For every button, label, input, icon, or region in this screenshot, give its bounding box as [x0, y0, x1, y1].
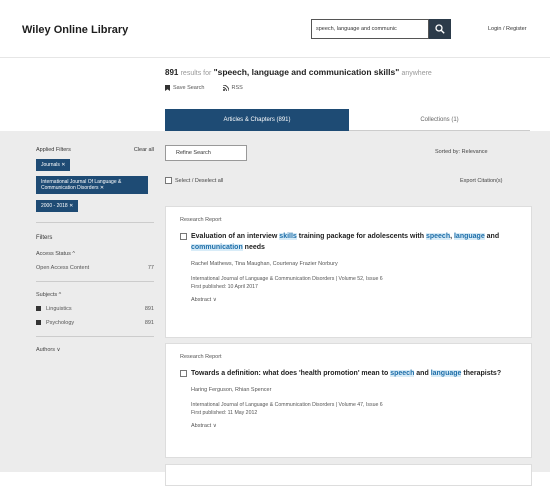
subject-label: Psychology: [46, 320, 75, 326]
result-authors[interactable]: Haring Ferguson, Rhian Spencer: [191, 387, 517, 393]
abstract-toggle[interactable]: Abstract ∨: [191, 423, 517, 429]
open-access-filter[interactable]: Open Access Content 77: [36, 265, 154, 271]
login-register-link[interactable]: Login / Register: [488, 26, 527, 32]
title-text: needs: [242, 244, 265, 251]
result-card: Research Report Towards a definition: wh…: [165, 343, 532, 458]
result-journal: International Journal of Language & Comm…: [191, 275, 517, 291]
result-type: Research Report: [180, 354, 222, 360]
sort-dropdown[interactable]: Sorted by: Relevance: [435, 149, 488, 155]
results-summary: 891 results for "speech, language and co…: [165, 67, 432, 77]
results-for-label: results for: [180, 70, 212, 77]
title-text: Towards a definition: what does 'health …: [191, 370, 391, 377]
result-title-row: Towards a definition: what does 'health …: [180, 368, 517, 379]
search-input[interactable]: speech, language and communic: [311, 19, 429, 39]
result-tabs: Articles & Chapters (891) Collections (1…: [165, 109, 530, 131]
result-checkbox[interactable]: [180, 233, 187, 240]
title-text: training package for adolescents with: [296, 233, 426, 240]
checkbox-checked-icon: [36, 306, 41, 312]
highlighted-term: communication: [191, 244, 243, 251]
refine-search-dropdown[interactable]: Refine Search: [165, 145, 247, 161]
search-box: speech, language and communic: [311, 19, 451, 39]
divider: [36, 281, 154, 282]
clear-all-button[interactable]: Clear all: [134, 147, 154, 153]
search-button[interactable]: [429, 19, 451, 39]
result-title-row: Evaluation of an interview skills traini…: [180, 231, 517, 253]
result-card: [165, 464, 532, 486]
divider: [36, 336, 154, 337]
journal-name[interactable]: International Journal of Language & Comm…: [191, 275, 517, 283]
highlighted-term: speech: [390, 370, 415, 377]
results-count: 891: [165, 68, 179, 77]
published-date: First published: 11 May 2012: [191, 410, 258, 416]
result-card: Research Report Evaluation of an intervi…: [165, 206, 532, 338]
refine-search-label: Refine Search: [176, 150, 211, 156]
save-search-button[interactable]: Save Search: [165, 85, 205, 91]
subject-filter-linguistics[interactable]: Linguistics 891: [36, 306, 154, 312]
highlighted-term: skills: [279, 233, 297, 240]
title-text: and: [414, 370, 431, 377]
select-all-label: Select / Deselect all: [175, 177, 224, 184]
result-type: Research Report: [180, 217, 222, 223]
bookmark-icon: [165, 85, 170, 91]
abstract-toggle[interactable]: Abstract ∨: [191, 297, 517, 303]
filters-sidebar: Applied Filters Clear all Journals ✕ Int…: [36, 147, 154, 353]
authors-toggle[interactable]: Authors ∨: [36, 347, 154, 353]
rss-label: RSS: [231, 85, 243, 91]
applied-filters-title: Applied Filters: [36, 147, 71, 153]
rss-button[interactable]: RSS: [222, 85, 243, 91]
subject-count: 891: [144, 306, 154, 312]
divider: [36, 222, 154, 223]
tab-articles-chapters[interactable]: Articles & Chapters (891): [165, 109, 349, 131]
highlighted-term: language: [453, 233, 485, 240]
site-logo[interactable]: Wiley Online Library: [22, 24, 128, 36]
filter-chip-journal-name[interactable]: International Journal Of Language & Comm…: [36, 176, 148, 194]
open-access-count: 77: [147, 265, 154, 271]
result-title-link[interactable]: Towards a definition: what does 'health …: [191, 368, 501, 379]
top-bar: Wiley Online Library speech, language an…: [0, 0, 550, 58]
open-access-label: Open Access Content: [36, 265, 90, 271]
save-search-label: Save Search: [173, 85, 205, 91]
filter-chip-journals[interactable]: Journals ✕: [36, 159, 71, 171]
select-all-control[interactable]: Select / Deselect all: [165, 177, 223, 184]
title-text: and: [484, 233, 500, 240]
filter-chip-years[interactable]: 2000 - 2018 ✕: [36, 200, 79, 212]
result-authors[interactable]: Rachel Mathews, Tina Maughan, Courtenay …: [191, 261, 517, 267]
published-date: First published: 10 April 2017: [191, 284, 258, 290]
search-actions: Save Search RSS: [165, 85, 243, 91]
highlighted-term: language: [430, 370, 462, 377]
subject-filter-psychology[interactable]: Psychology 891: [36, 320, 154, 326]
tab-collections[interactable]: Collections (1): [349, 109, 530, 131]
subject-count: 891: [144, 320, 154, 326]
applied-filters-header: Applied Filters Clear all: [36, 147, 154, 153]
search-icon: [435, 24, 445, 34]
rss-icon: [222, 85, 229, 91]
subjects-toggle[interactable]: Subjects ^: [36, 292, 154, 298]
results-query: "speech, language and communication skil…: [213, 67, 400, 77]
select-all-checkbox[interactable]: [165, 177, 172, 184]
result-title-link[interactable]: Evaluation of an interview skills traini…: [191, 231, 517, 253]
title-text: therapists?: [461, 370, 502, 377]
subject-label: Linguistics: [46, 306, 72, 312]
access-status-toggle[interactable]: Access Status ^: [36, 251, 154, 257]
filters-title: Filters: [36, 235, 53, 241]
highlighted-term: speech: [425, 233, 451, 240]
title-text: Evaluation of an interview: [191, 233, 280, 240]
results-anywhere: anywhere: [401, 70, 432, 77]
checkbox-checked-icon: [36, 320, 41, 326]
export-citations-button[interactable]: Export Citation(s): [460, 178, 503, 184]
journal-name[interactable]: International Journal of Language & Comm…: [191, 401, 517, 409]
result-journal: International Journal of Language & Comm…: [191, 401, 517, 417]
result-checkbox[interactable]: [180, 370, 187, 377]
